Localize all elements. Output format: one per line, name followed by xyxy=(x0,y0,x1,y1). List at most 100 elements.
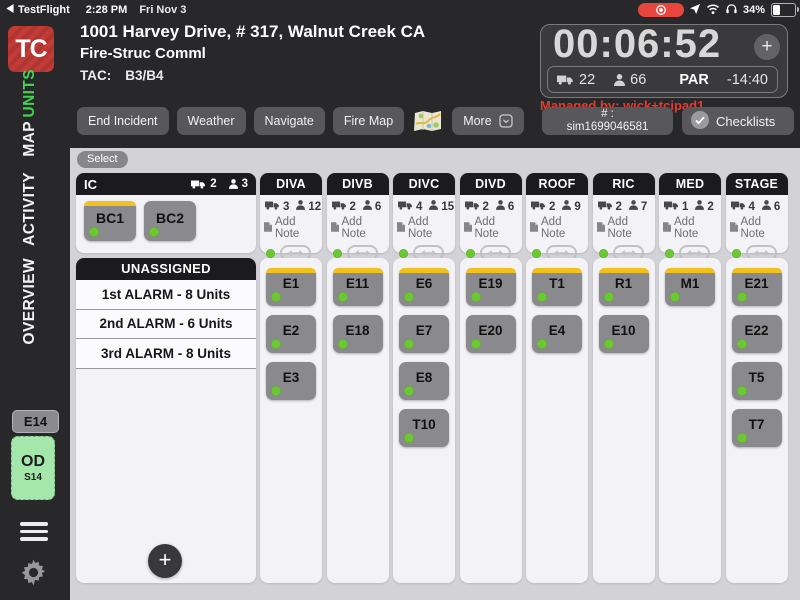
sector-header-med[interactable]: MED xyxy=(659,173,721,195)
sidebar-nav-activity[interactable]: ACTIVITY xyxy=(21,172,39,246)
unit-status-green-dot xyxy=(604,339,614,349)
unit-tile-e3[interactable]: E3 xyxy=(266,362,316,400)
unit-tile-e1[interactable]: E1 xyxy=(266,268,316,306)
unit-tile-t10[interactable]: T10 xyxy=(399,409,449,447)
elapsed-time: 00:06:52 xyxy=(553,21,721,67)
sector-info-panel: DIVC415Add Note xyxy=(393,173,455,253)
sector-header-stage[interactable]: STAGE xyxy=(726,173,788,195)
unit-tile-e18[interactable]: E18 xyxy=(333,315,383,353)
sector-header-divb[interactable]: DIVB xyxy=(327,173,389,195)
unit-tile-e2[interactable]: E2 xyxy=(266,315,316,353)
ic-apparatus-count: 2 xyxy=(210,178,216,190)
unassigned-alarm-row[interactable]: 2nd ALARM - 6 Units xyxy=(76,310,256,340)
unit-status-green-dot xyxy=(737,339,747,349)
sector-stats: 46 xyxy=(726,195,788,213)
unassigned-alarm-row[interactable]: 1st ALARM - 8 Units xyxy=(76,280,256,310)
map-icon[interactable] xyxy=(412,107,444,135)
unassigned-header: UNASSIGNED xyxy=(76,258,256,280)
sector-header-divc[interactable]: DIVC xyxy=(393,173,455,195)
sector-info-panel: DIVB26Add Note xyxy=(327,173,389,253)
unit-tile-r1[interactable]: R1 xyxy=(599,268,649,306)
my-unit-status-tile[interactable]: OD S14 xyxy=(11,436,55,500)
unit-tile-t1[interactable]: T1 xyxy=(532,268,582,306)
add-note-button[interactable]: Add Note xyxy=(260,213,322,240)
sector-unit-list-diva: E1 E2 E3 xyxy=(260,258,322,583)
timer-stats-row: 22 66 PAR -14:40 xyxy=(547,66,778,93)
add-note-button[interactable]: Add Note xyxy=(526,213,588,240)
person-icon xyxy=(562,200,571,213)
toolbar-button-fire-map[interactable]: Fire Map xyxy=(333,107,404,135)
units-board: Select IC 2 3 BC1BC2 UNASSIGNED 1st ALAR… xyxy=(70,148,800,600)
unit-label: E18 xyxy=(333,323,383,338)
toolbar-button-navigate[interactable]: Navigate xyxy=(254,107,325,135)
unit-tile-bc1[interactable]: BC1 xyxy=(84,201,136,241)
apparatus-count: 4 xyxy=(749,201,755,213)
note-icon xyxy=(264,222,272,235)
unit-tile-e4[interactable]: E4 xyxy=(532,315,582,353)
unit-tile-e8[interactable]: E8 xyxy=(399,362,449,400)
sector-header-ric[interactable]: RIC xyxy=(593,173,655,195)
ic-header[interactable]: IC 2 3 xyxy=(76,173,256,195)
note-icon xyxy=(597,222,605,235)
unit-tile-e19[interactable]: E19 xyxy=(466,268,516,306)
unit-tile-bc2[interactable]: BC2 xyxy=(144,201,196,241)
sidebar-nav-overview[interactable]: OVERVIEW xyxy=(21,258,39,344)
unit-tile-e20[interactable]: E20 xyxy=(466,315,516,353)
sector-info-panel: DIVA312Add Note xyxy=(260,173,322,253)
lead-unit-bar xyxy=(599,268,649,273)
more-button[interactable]: More xyxy=(452,107,523,135)
unit-label: E20 xyxy=(466,323,516,338)
unassigned-alarm-row[interactable]: 3rd ALARM - 8 Units xyxy=(76,339,256,369)
unassigned-panel: UNASSIGNED 1st ALARM - 8 Units2nd ALARM … xyxy=(76,258,256,583)
person-icon xyxy=(363,200,372,213)
add-note-label: Add Note xyxy=(608,216,655,240)
add-note-button[interactable]: Add Note xyxy=(726,213,788,240)
my-unit-badge[interactable]: E14 xyxy=(12,410,59,433)
sector-unit-list-ric: R1 E10 xyxy=(593,258,655,583)
add-note-label: Add Note xyxy=(342,216,389,240)
note-icon xyxy=(663,222,671,235)
status-green-dot xyxy=(665,249,674,258)
ic-personnel-count: 3 xyxy=(242,178,248,190)
sector-header-roof[interactable]: ROOF xyxy=(526,173,588,195)
add-note-button[interactable]: Add Note xyxy=(393,213,455,240)
lead-unit-bar xyxy=(732,268,782,273)
more-label: More xyxy=(463,114,491,128)
toolbar-button-end-incident[interactable]: End Incident xyxy=(77,107,169,135)
sidebar-nav-units[interactable]: UNITS xyxy=(21,69,39,118)
unit-tile-e21[interactable]: E21 xyxy=(732,268,782,306)
incident-header: 1001 Harvey Drive, # 317, Walnut Creek C… xyxy=(70,20,800,148)
unit-tile-m1[interactable]: M1 xyxy=(665,268,715,306)
hamburger-menu-icon[interactable] xyxy=(20,522,48,545)
add-note-button[interactable]: Add Note xyxy=(659,213,721,240)
note-icon xyxy=(730,222,738,235)
unit-label: R1 xyxy=(599,276,649,291)
incident-number-button[interactable]: # : sim1699046581 xyxy=(542,107,673,135)
add-note-button[interactable]: Add Note xyxy=(460,213,522,240)
unit-label: T5 xyxy=(732,370,782,385)
unit-tile-e6[interactable]: E6 xyxy=(399,268,449,306)
timer-plus-icon[interactable]: + xyxy=(754,34,780,60)
sector-unit-list-stage: E21 E22 T5 T7 xyxy=(726,258,788,583)
sector-info-panel: ROOF29Add Note xyxy=(526,173,588,253)
sidebar-nav-map[interactable]: MAP xyxy=(21,121,39,157)
personnel-count: 2 xyxy=(707,201,713,213)
unit-tile-t7[interactable]: T7 xyxy=(732,409,782,447)
unit-tile-t5[interactable]: T5 xyxy=(732,362,782,400)
unit-tile-e11[interactable]: E11 xyxy=(333,268,383,306)
sector-header-diva[interactable]: DIVA xyxy=(260,173,322,195)
unit-tile-e7[interactable]: E7 xyxy=(399,315,449,353)
gear-icon[interactable] xyxy=(19,558,48,592)
apparatus-count: 3 xyxy=(283,201,289,213)
tc-app-logo[interactable]: TC xyxy=(8,26,54,72)
add-note-button[interactable]: Add Note xyxy=(327,213,389,240)
unit-tile-e10[interactable]: E10 xyxy=(599,315,649,353)
sector-header-divd[interactable]: DIVD xyxy=(460,173,522,195)
select-button[interactable]: Select xyxy=(77,151,128,168)
add-note-button[interactable]: Add Note xyxy=(593,213,655,240)
checklists-button[interactable]: Checklists xyxy=(682,107,794,135)
screen-record-icon[interactable] xyxy=(638,3,684,17)
unit-tile-e22[interactable]: E22 xyxy=(732,315,782,353)
add-unit-button[interactable]: + xyxy=(148,544,182,578)
toolbar-button-weather[interactable]: Weather xyxy=(177,107,246,135)
